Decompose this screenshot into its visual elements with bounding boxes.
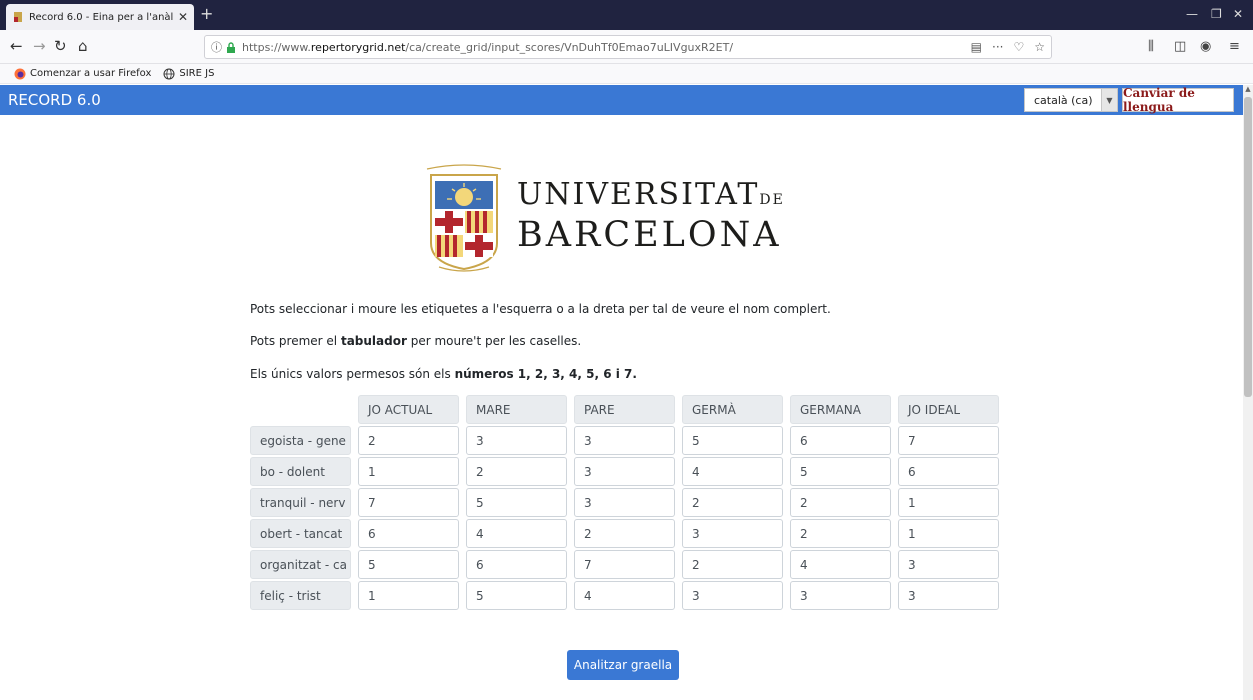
row-label[interactable]: organitzat - ca bbox=[250, 550, 351, 579]
analyze-grid-button[interactable]: Analitzar graella bbox=[567, 650, 679, 680]
library-icon[interactable]: ⫼ bbox=[1148, 39, 1154, 54]
score-input[interactable]: 3 bbox=[898, 581, 999, 610]
minimize-icon[interactable]: — bbox=[1186, 7, 1198, 21]
page-scrollbar[interactable]: ▲ bbox=[1243, 85, 1253, 700]
score-input[interactable]: 2 bbox=[682, 550, 783, 579]
score-input[interactable]: 3 bbox=[682, 519, 783, 548]
scroll-up-icon[interactable]: ▲ bbox=[1243, 85, 1253, 95]
info-icon[interactable]: ⓘ bbox=[211, 39, 222, 55]
language-selected: català (ca) bbox=[1034, 93, 1093, 107]
firefox-icon bbox=[14, 68, 26, 79]
score-input[interactable]: 7 bbox=[574, 550, 675, 579]
more-actions-icon[interactable]: ··· bbox=[992, 40, 1003, 54]
score-input[interactable]: 3 bbox=[466, 426, 567, 455]
score-input[interactable]: 3 bbox=[574, 457, 675, 486]
window-close-icon[interactable]: ✕ bbox=[1233, 7, 1243, 21]
score-input[interactable]: 3 bbox=[574, 488, 675, 517]
score-input[interactable]: 2 bbox=[466, 457, 567, 486]
score-input[interactable]: 3 bbox=[790, 581, 891, 610]
home-icon[interactable]: ⌂ bbox=[78, 38, 88, 54]
reload-icon[interactable]: ↻ bbox=[54, 38, 67, 54]
pocket-icon[interactable]: ♡ bbox=[1013, 40, 1024, 54]
bookmark-star-icon[interactable]: ☆ bbox=[1034, 40, 1045, 54]
university-logo: UNIVERSITATDE BARCELONA bbox=[425, 163, 825, 273]
score-input[interactable]: 2 bbox=[358, 426, 459, 455]
score-input[interactable]: 5 bbox=[790, 457, 891, 486]
url-text: https://www.repertorygrid.net/ca/create_… bbox=[242, 40, 734, 54]
column-header: PARE bbox=[574, 395, 675, 424]
score-input[interactable]: 4 bbox=[682, 457, 783, 486]
change-language-button[interactable]: Canviar de llengua bbox=[1122, 86, 1234, 114]
score-input[interactable]: 4 bbox=[790, 550, 891, 579]
back-icon[interactable]: ← bbox=[10, 38, 23, 54]
logo-text-line1: UNIVERSITATDE bbox=[517, 177, 785, 212]
score-input[interactable]: 4 bbox=[466, 519, 567, 548]
score-input[interactable]: 5 bbox=[466, 488, 567, 517]
score-input[interactable]: 3 bbox=[682, 581, 783, 610]
logo-text-line2: BARCELONA bbox=[517, 215, 782, 255]
score-input[interactable]: 2 bbox=[790, 519, 891, 548]
score-input[interactable]: 1 bbox=[898, 488, 999, 517]
menu-icon[interactable]: ≡ bbox=[1229, 39, 1240, 54]
score-input[interactable]: 5 bbox=[358, 550, 459, 579]
row-label[interactable]: obert - tancat bbox=[250, 519, 351, 548]
lock-icon bbox=[227, 41, 235, 53]
column-header: JO ACTUAL bbox=[358, 395, 459, 424]
score-input[interactable]: 6 bbox=[898, 457, 999, 486]
score-input[interactable]: 1 bbox=[898, 519, 999, 548]
row-label[interactable]: egoista - gene bbox=[250, 426, 351, 455]
globe-icon bbox=[163, 68, 175, 79]
column-header: GERMÀ bbox=[682, 395, 783, 424]
column-header: MARE bbox=[466, 395, 567, 424]
sidebar-icon[interactable]: ◫ bbox=[1174, 39, 1186, 54]
browser-tab-bar: Record 6.0 - Eina per a l'anàlisi ✕ + — … bbox=[0, 0, 1253, 30]
score-input[interactable]: 6 bbox=[466, 550, 567, 579]
score-input[interactable]: 5 bbox=[682, 426, 783, 455]
row-label[interactable]: feliç - trist bbox=[250, 581, 351, 610]
score-input[interactable]: 2 bbox=[574, 519, 675, 548]
row-label[interactable]: bo - dolent bbox=[250, 457, 351, 486]
bookmark-firefox[interactable]: Comenzar a usar Firefox bbox=[14, 68, 151, 80]
score-input[interactable]: 1 bbox=[358, 457, 459, 486]
instruction-select-labels: Pots seleccionar i moure les etiquetes a… bbox=[250, 302, 831, 316]
instruction-allowed-values: Els únics valors permesos són els número… bbox=[250, 367, 637, 381]
tab-title: Record 6.0 - Eina per a l'anàlisi bbox=[29, 11, 174, 23]
score-input[interactable]: 6 bbox=[358, 519, 459, 548]
score-input[interactable]: 2 bbox=[682, 488, 783, 517]
tab-close-icon[interactable]: ✕ bbox=[178, 10, 188, 24]
university-seal-icon bbox=[426, 164, 502, 272]
browser-nav-bar: ← → ↻ ⌂ ⓘ https://www.repertorygrid.net/… bbox=[0, 30, 1253, 64]
column-header: JO IDEAL bbox=[898, 395, 999, 424]
language-select[interactable]: català (ca) ▼ bbox=[1024, 88, 1118, 112]
forward-icon[interactable]: → bbox=[33, 38, 46, 54]
row-label[interactable]: tranquil - nerv bbox=[250, 488, 351, 517]
score-input[interactable]: 5 bbox=[466, 581, 567, 610]
bookmarks-bar: Comenzar a usar Firefox SIRE JS bbox=[0, 64, 1253, 84]
score-input[interactable]: 4 bbox=[574, 581, 675, 610]
score-input[interactable]: 3 bbox=[574, 426, 675, 455]
restore-icon[interactable]: ❐ bbox=[1211, 7, 1222, 21]
favicon-icon bbox=[14, 12, 22, 22]
score-input[interactable]: 7 bbox=[358, 488, 459, 517]
browser-tab[interactable]: Record 6.0 - Eina per a l'anàlisi ✕ bbox=[6, 4, 194, 30]
instruction-tab: Pots premer el tabulador per moure't per… bbox=[250, 334, 582, 348]
column-header: GERMANA bbox=[790, 395, 891, 424]
chevron-down-icon: ▼ bbox=[1101, 89, 1117, 111]
scroll-thumb[interactable] bbox=[1244, 97, 1252, 397]
score-input[interactable]: 2 bbox=[790, 488, 891, 517]
score-input[interactable]: 3 bbox=[898, 550, 999, 579]
extension-icon[interactable]: ◉ bbox=[1200, 39, 1211, 54]
bookmark-sire[interactable]: SIRE JS bbox=[163, 68, 214, 80]
reader-view-icon[interactable]: ▤ bbox=[971, 40, 982, 54]
app-header: RECORD 6.0 català (ca) ▼ Canviar de llen… bbox=[0, 85, 1243, 115]
score-input[interactable]: 7 bbox=[898, 426, 999, 455]
url-bar[interactable]: ⓘ https://www.repertorygrid.net/ca/creat… bbox=[204, 35, 1052, 59]
new-tab-icon[interactable]: + bbox=[200, 4, 213, 23]
score-input[interactable]: 6 bbox=[790, 426, 891, 455]
app-title: RECORD 6.0 bbox=[8, 91, 101, 109]
score-input[interactable]: 1 bbox=[358, 581, 459, 610]
